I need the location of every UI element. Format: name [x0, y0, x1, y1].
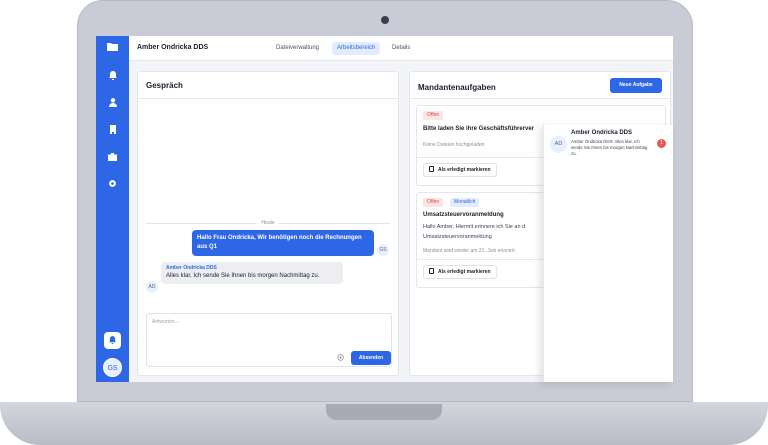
- briefcase-icon[interactable]: [96, 152, 129, 166]
- user-avatar[interactable]: GS: [103, 358, 122, 377]
- notification-message: Amber Ondricka DDS: Alles klar, Ich send…: [571, 139, 648, 156]
- task-meta: Keine Dateien hochgeladen: [423, 142, 485, 148]
- date-divider-label: Heute: [257, 220, 279, 226]
- user-icon[interactable]: [96, 98, 129, 112]
- attachment-icon[interactable]: [337, 354, 344, 363]
- sidebar: GS: [96, 36, 129, 382]
- reply-placeholder: Antworten...: [152, 319, 179, 325]
- mark-done-button[interactable]: Als erledigt markieren: [423, 265, 497, 279]
- tasks-title: Mandantenaufgaben: [418, 83, 496, 92]
- message-sender: Amber Ondricka DDS: [166, 265, 217, 271]
- laptop-notch: [326, 404, 442, 420]
- gear-icon[interactable]: [96, 179, 129, 193]
- tab-arbeitsbereich[interactable]: Arbeitsbereich: [332, 42, 381, 55]
- message-outgoing: Hallo Frau Ondricka, Wir benötigen noch …: [192, 230, 374, 256]
- bell-icon[interactable]: [96, 71, 129, 85]
- notification-avatar: AD: [550, 136, 567, 153]
- notification-name: Amber Ondricka DDS: [571, 130, 633, 136]
- status-badge: Offen: [423, 111, 444, 120]
- camera-dot: [381, 16, 389, 24]
- tasks-header-divider: [410, 98, 670, 99]
- message-incoming: Amber Ondricka DDS Alles klar, Ich sende…: [161, 262, 343, 284]
- task-description-cont: Umsatzsteuervoranmeldung: [423, 234, 492, 240]
- mark-done-button[interactable]: Als erledigt markieren: [423, 163, 497, 177]
- notifications-button[interactable]: [104, 332, 121, 349]
- laptop-mockup: GS Amber Ondricka DDS Dateiverwaltung Ar…: [0, 0, 768, 445]
- clipboard-icon: [429, 166, 434, 172]
- chat-panel: Gespräch Heute Hallo Frau Ondricka, Wir …: [137, 71, 399, 376]
- task-description: Hallo Amber, Hiermit erinnere ich Sie an…: [423, 224, 526, 230]
- message-text: Alles klar, Ich sende Sie Ihnen bis morg…: [166, 273, 320, 279]
- building-icon[interactable]: [96, 125, 129, 139]
- top-bar: Amber Ondricka DDS Dateiverwaltung Arbei…: [129, 36, 673, 61]
- task-title: Umsatzsteuervoranmeldung: [423, 212, 504, 218]
- folder-icon[interactable]: [96, 42, 129, 56]
- status-badge: Offen: [423, 198, 444, 207]
- notification-popup[interactable]: AD Amber Ondricka DDS Amber Ondricka DDS…: [543, 125, 673, 382]
- new-task-button[interactable]: Neue Aufgabe: [610, 78, 662, 93]
- tab-details[interactable]: Details: [387, 42, 415, 55]
- recipient-avatar: AD: [146, 281, 158, 293]
- task-title: Bitte laden Sie ihre Geschäftsführerver: [423, 126, 535, 132]
- chat-header-divider: [138, 98, 398, 99]
- date-divider: Heute: [138, 220, 398, 226]
- recurrence-badge: Monatlich: [450, 198, 480, 207]
- chat-title: Gespräch: [146, 81, 183, 90]
- send-button[interactable]: Absenden: [351, 351, 391, 365]
- task-meta: Mandant wird wieder am 21. Juni erinnert: [423, 248, 515, 254]
- clipboard-icon: [429, 268, 434, 274]
- tab-dateiverwaltung[interactable]: Dateiverwaltung: [271, 42, 324, 55]
- client-name: Amber Ondricka DDS: [137, 44, 209, 51]
- mark-done-label: Als erledigt markieren: [438, 167, 491, 173]
- mark-done-label: Als erledigt markieren: [438, 269, 491, 275]
- unread-count-badge: 1: [657, 139, 666, 148]
- reply-composer[interactable]: Antworten... Absenden: [146, 313, 392, 367]
- sender-avatar: GS: [377, 244, 389, 256]
